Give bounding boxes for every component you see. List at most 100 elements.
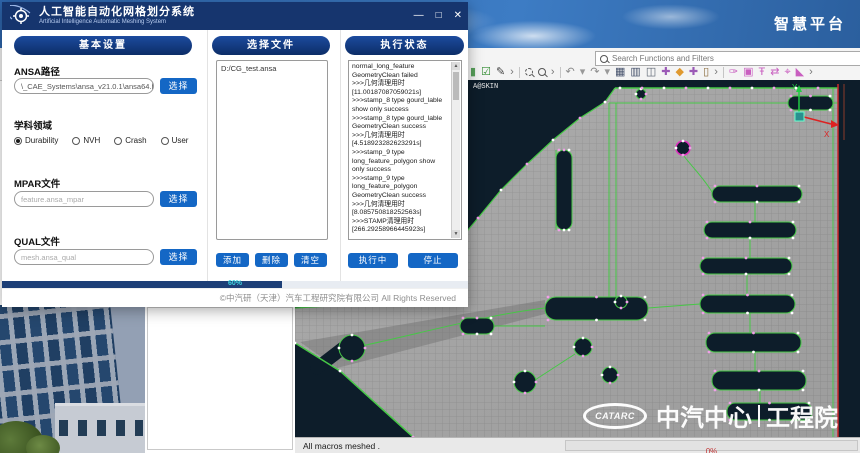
radio-circle[interactable]: [72, 137, 80, 145]
mesh-node-marker: [641, 87, 644, 90]
mesh-node-marker: [582, 355, 585, 358]
mesh-node-marker: [490, 317, 493, 320]
execution-log[interactable]: normal_long_feature GeometryClean failed…: [348, 60, 462, 240]
file-list-item[interactable]: D:/CG_test.ansa: [221, 64, 323, 73]
undo-icon[interactable]: ↶: [566, 66, 575, 78]
radio-circle[interactable]: [161, 137, 169, 145]
chevron-more-icon[interactable]: ›: [510, 66, 514, 78]
clamp-icon[interactable]: Ŧ: [758, 66, 765, 78]
pencil-icon[interactable]: ✎: [496, 66, 505, 78]
mesh-grid-icon[interactable]: ▦: [615, 66, 625, 78]
file-list[interactable]: D:/CG_test.ansa: [216, 60, 328, 240]
delete-file-button[interactable]: 删除: [255, 253, 288, 267]
redo-icon[interactable]: ↷: [590, 66, 599, 78]
mpar-select-button[interactable]: 选择: [160, 191, 197, 207]
maximize-button[interactable]: □: [436, 11, 442, 21]
mesh-slot: [700, 258, 792, 274]
zoom-icon[interactable]: [538, 68, 546, 76]
mesh-node-marker: [751, 87, 754, 90]
radio-circle[interactable]: [114, 137, 122, 145]
mpar-file-input[interactable]: feature.ansa_mpar: [14, 191, 154, 207]
mesh-node-marker: [547, 296, 550, 299]
mesh-node-marker: [790, 109, 793, 112]
mesh-node-marker: [756, 185, 759, 188]
mesh-node-marker: [714, 185, 717, 188]
radio-circle[interactable]: [14, 137, 22, 145]
mesh-node-marker: [682, 140, 685, 143]
dialog-titlebar[interactable]: 人工智能自动化网格划分系统 Artificial Intelligence Au…: [2, 2, 468, 30]
close-button[interactable]: ✕: [454, 11, 462, 21]
dialog-subtitle: Artificial Intelligence Automatic Meshin…: [39, 18, 195, 26]
mesh-node-marker: [746, 294, 749, 297]
dialog-title: 人工智能自动化网格划分系统: [39, 6, 195, 18]
checkbox-icon[interactable]: ☑: [481, 66, 491, 78]
mesh-node-marker: [702, 312, 705, 315]
transform-icon[interactable]: ✚: [689, 66, 698, 78]
move-entities-icon[interactable]: ✚: [661, 66, 670, 78]
mesh-node-marker: [706, 237, 709, 240]
trash-icon[interactable]: ◫: [646, 66, 656, 78]
add-file-button[interactable]: 添加: [216, 253, 249, 267]
scroll-down-icon[interactable]: ▼: [452, 230, 460, 238]
radio-user[interactable]: User: [161, 136, 189, 145]
mesh-node-marker: [706, 221, 709, 224]
mesh-node-marker: [663, 87, 666, 90]
mesh-node-marker: [558, 229, 561, 232]
mpar-file-label: MPAR文件: [14, 176, 60, 190]
mesh-node-marker: [758, 370, 761, 373]
mesh-node-marker: [791, 312, 794, 315]
mesh-node-marker: [708, 351, 711, 354]
search-input[interactable]: Search Functions and Filters: [595, 51, 860, 66]
viewport-pid-label: A@SKIN: [473, 83, 498, 91]
panel-icon[interactable]: ▯: [703, 66, 709, 78]
qual-file-input[interactable]: mesh.ansa_qual: [14, 249, 154, 265]
ansa-path-select-button[interactable]: 选择: [160, 78, 197, 94]
mesh-slot: [712, 186, 802, 202]
building-photo: [0, 305, 145, 453]
zoom-window-icon[interactable]: [525, 68, 533, 76]
basic-settings-header: 基本设置: [14, 36, 192, 55]
app-progress-value: 0%: [706, 447, 718, 453]
ramp-icon[interactable]: ◣: [796, 66, 804, 78]
axis-x-label: X: [824, 130, 830, 139]
target-icon[interactable]: ⌖: [784, 66, 790, 78]
minimize-button[interactable]: —: [414, 11, 424, 21]
clear-files-button[interactable]: 清空: [294, 253, 327, 267]
bell-icon[interactable]: ◆: [675, 66, 683, 78]
mesh-node-marker: [351, 360, 354, 363]
radio-nvh[interactable]: NVH: [72, 136, 100, 145]
screen: 智慧平台 Search Functions and Filters ▮☑✎››↶…: [0, 0, 860, 453]
frames-icon[interactable]: ▥: [630, 66, 640, 78]
scroll-up-icon[interactable]: ▲: [452, 62, 460, 70]
select-files-header: 选择文件: [212, 36, 330, 55]
toolbar-icon-row: ▮ ☑ ✎ › › ↶ ▾ ↷ ▾ ▦ ▥ ◫ ✚ ◆ ✚ ▯ › ✑ ▣ Ŧ ⇄ ⌖ ◣ ›: [470, 65, 813, 79]
mesh-node-marker: [547, 319, 550, 322]
mesh-node-marker: [714, 201, 717, 204]
mesh-node-marker: [802, 370, 805, 373]
wrench-icon[interactable]: ✑: [729, 66, 738, 78]
ansa-path-input[interactable]: \_CAE_Systems\ansa_v21.0.1\ansa64.bat: [14, 78, 154, 94]
mesh-node-marker: [476, 333, 479, 336]
mesh-node-marker: [752, 332, 755, 335]
radio-crash[interactable]: Crash: [114, 136, 146, 145]
chevron-more-icon[interactable]: ›: [714, 66, 718, 78]
qual-file-label: QUAL文件: [14, 234, 60, 248]
log-scrollbar[interactable]: ▲ ▼: [451, 62, 460, 238]
scroll-thumb[interactable]: [453, 72, 459, 100]
entity-cylinder-icon[interactable]: ▮: [470, 66, 476, 78]
catarc-watermark: CATARC 中汽中心 工程院: [583, 398, 838, 433]
watermark-org: 中汽中心: [656, 398, 752, 433]
dropdown-caret-icon[interactable]: ▾: [580, 66, 586, 78]
chevron-more-icon[interactable]: ›: [551, 66, 555, 78]
mesh-node-marker: [798, 201, 801, 204]
notes-icon[interactable]: ▣: [743, 66, 753, 78]
stop-button[interactable]: 停止: [408, 253, 458, 268]
swap-arrows-icon[interactable]: ⇄: [770, 66, 779, 78]
radio-durability[interactable]: Durability: [14, 136, 58, 145]
mesh-node-marker: [702, 294, 705, 297]
chevron-more-icon[interactable]: ›: [809, 66, 813, 78]
dropdown-caret-icon[interactable]: ▾: [604, 66, 610, 78]
mesh-node-marker: [675, 147, 678, 150]
qual-select-button[interactable]: 选择: [160, 249, 197, 265]
running-button[interactable]: 执行中: [348, 253, 398, 268]
